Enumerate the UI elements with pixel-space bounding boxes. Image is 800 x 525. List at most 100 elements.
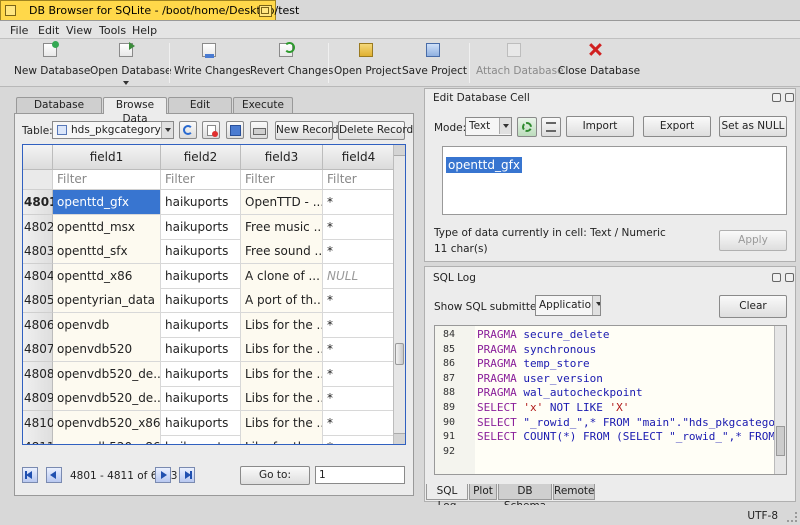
grid-cell[interactable]: Libs for the ... [241, 435, 323, 444]
grid-cell[interactable]: haikuports [161, 337, 241, 362]
grid-cell[interactable]: Libs for the ... [241, 410, 323, 436]
grid-cell[interactable]: Libs for the ... [241, 337, 323, 362]
column-header-field2[interactable]: field2 [161, 145, 241, 170]
menu-help[interactable]: Help [132, 24, 157, 37]
row-header[interactable]: 4803 [23, 239, 55, 264]
grid-cell[interactable]: * [323, 386, 395, 411]
grid-cell[interactable]: Free music ... [241, 214, 323, 240]
go-to-input[interactable]: 1 [315, 466, 405, 484]
grid-cell[interactable]: haikuports [161, 312, 241, 338]
menu-edit[interactable]: Edit [38, 24, 59, 37]
close-database-button[interactable]: Close Database [558, 39, 640, 87]
clear-filters-button[interactable] [202, 121, 220, 139]
apply-button[interactable]: Apply [719, 230, 787, 251]
new-record-button[interactable]: New Record [275, 121, 339, 140]
filter-input-field1[interactable]: Filter [53, 170, 161, 190]
grid-cell[interactable]: A port of th... [241, 288, 323, 313]
open-project-button[interactable]: Open Project [334, 39, 401, 87]
grid-cell[interactable]: openvdb [53, 312, 161, 338]
last-page-button[interactable] [179, 467, 195, 483]
cell-editor-text[interactable]: openttd_gfx [446, 157, 522, 173]
attach-database-button[interactable]: Attach Database [476, 39, 564, 87]
previous-page-button[interactable] [46, 467, 62, 483]
tab-browse-data[interactable]: Browse Data [103, 97, 167, 125]
tab-plot[interactable]: Plot [469, 484, 497, 500]
grid-cell[interactable]: Libs for the ... [241, 361, 323, 387]
grid-cell[interactable]: openttd_x86 [53, 263, 161, 289]
filter-input-field3[interactable]: Filter [241, 170, 323, 190]
delete-record-button[interactable]: Delete Record [338, 121, 413, 140]
grid-cell[interactable]: OpenTTD - ... [241, 190, 323, 215]
grid-cell[interactable]: * [323, 361, 395, 387]
row-header[interactable]: 4809 [23, 386, 55, 411]
row-header[interactable]: 4807 [23, 337, 55, 362]
tab-execute-sql[interactable]: Execute SQL [233, 97, 293, 125]
row-header[interactable]: 4802 [23, 214, 55, 240]
refresh-button[interactable] [179, 121, 197, 139]
close-dock-icon[interactable] [785, 273, 794, 282]
resize-grip-icon[interactable] [787, 512, 797, 522]
row-header[interactable]: 4804 [23, 263, 55, 289]
word-wrap-button[interactable] [541, 117, 561, 137]
set-null-button[interactable]: Set as NULL [719, 116, 787, 137]
sql-source-select[interactable]: Application [535, 295, 601, 316]
new-database-button[interactable]: New Database [14, 39, 90, 87]
window-title-bar[interactable]: DB Browser for SQLite - /boot/home/Deskt… [0, 0, 299, 20]
grid-cell[interactable]: haikuports [161, 214, 241, 240]
sql-log-scrollbar[interactable] [774, 326, 786, 474]
save-table-button[interactable] [226, 121, 244, 139]
grid-cell[interactable]: * [323, 435, 395, 444]
menu-file[interactable]: File [10, 24, 28, 37]
export-button[interactable]: Export [643, 116, 711, 137]
grid-cell[interactable]: openvdb520_de... [53, 361, 161, 387]
row-header[interactable]: 4806 [23, 312, 55, 338]
tab-edit-pragmas[interactable]: Edit Pragmas [168, 97, 232, 125]
sql-log-view[interactable]: 84 PRAGMA secure_delete 85 PRAGMA synchrono… [434, 325, 787, 475]
column-header-field4[interactable]: field4 [323, 145, 395, 170]
grid-cell[interactable]: haikuports [161, 435, 241, 444]
grid-cell[interactable]: * [323, 288, 395, 313]
filter-input-field2[interactable]: Filter [161, 170, 241, 190]
grid-cell[interactable]: openvdb520_de... [53, 386, 161, 411]
filter-input-field4[interactable]: Filter [323, 170, 395, 190]
mode-select[interactable]: Text [465, 117, 512, 136]
go-to-button[interactable]: Go to: [240, 466, 310, 485]
grid-cell[interactable]: * [323, 190, 395, 215]
grid-cell[interactable]: NULL [323, 263, 395, 289]
grid-cell[interactable]: openvdb520_x86 [53, 435, 161, 444]
chevron-down-icon[interactable] [123, 81, 129, 85]
grid-cell[interactable]: haikuports [161, 190, 241, 215]
grid-cell[interactable]: Libs for the ... [241, 312, 323, 338]
column-header-field3[interactable]: field3 [241, 145, 323, 170]
next-page-button[interactable] [155, 467, 171, 483]
tab-db-schema[interactable]: DB Schema [498, 484, 552, 512]
grid-cell[interactable]: openttd_sfx [53, 239, 161, 264]
import-button[interactable]: Import [566, 116, 634, 137]
grid-cell[interactable]: Free sound ... [241, 239, 323, 264]
first-page-button[interactable] [22, 467, 38, 483]
grid-cell[interactable]: * [323, 214, 395, 240]
grid-cell[interactable]: haikuports [161, 263, 241, 289]
grid-cell[interactable]: haikuports [161, 288, 241, 313]
close-dock-icon[interactable] [785, 93, 794, 102]
grid-cell[interactable]: haikuports [161, 361, 241, 387]
save-project-button[interactable]: Save Project [402, 39, 467, 87]
grid-cell[interactable]: * [323, 239, 395, 264]
grid-cell[interactable]: haikuports [161, 239, 241, 264]
data-grid[interactable]: field1 field2 field3 field4 Filter Filte… [22, 144, 406, 445]
scroll-up-icon[interactable] [394, 145, 405, 156]
revert-changes-button[interactable]: Revert Changes [250, 39, 333, 87]
grid-cell[interactable]: * [323, 337, 395, 362]
grid-cell[interactable]: openvdb520 [53, 337, 161, 362]
grid-cell[interactable]: A clone of ... [241, 263, 323, 289]
grid-cell[interactable]: * [323, 410, 395, 436]
write-changes-button[interactable]: Write Changes [174, 39, 251, 87]
scroll-thumb[interactable] [776, 426, 785, 456]
tab-database-structure[interactable]: Database Structure [16, 97, 102, 125]
row-header[interactable]: 4810 [23, 410, 55, 436]
menu-tools[interactable]: Tools [99, 24, 126, 37]
tab-sql-log[interactable]: SQL Log [426, 484, 468, 512]
grid-cell[interactable]: openvdb520_x86 [53, 410, 161, 436]
grid-cell[interactable]: haikuports [161, 410, 241, 436]
float-dock-icon[interactable] [772, 93, 781, 102]
